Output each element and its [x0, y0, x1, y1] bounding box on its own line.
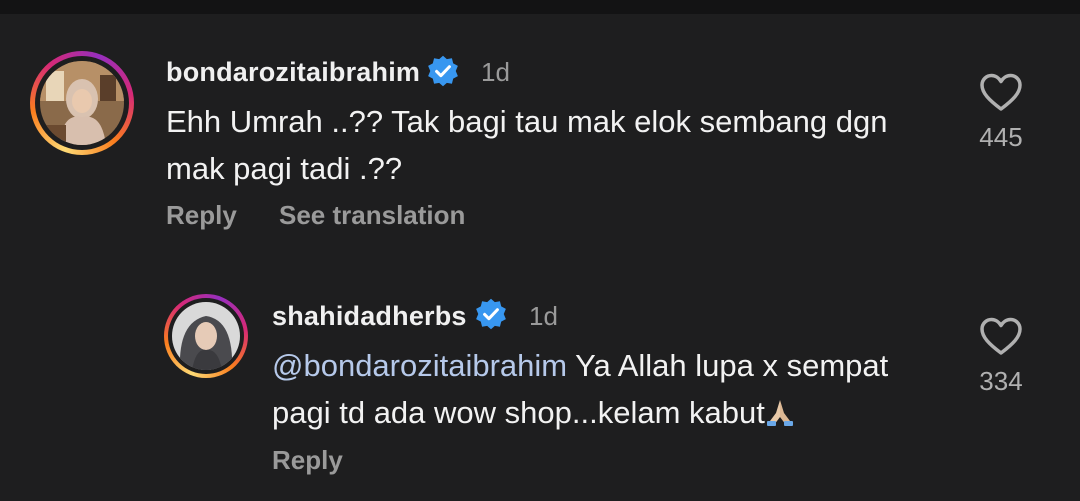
heart-icon[interactable]: [979, 72, 1023, 112]
comment-text: Ehh Umrah ..?? Tak bagi tau mak elok sem…: [166, 98, 956, 192]
comment-text-line: @bondarozitaibrahim Ya Allah lupa x semp…: [272, 342, 962, 389]
mention-link[interactable]: @bondarozitaibrahim: [272, 348, 567, 383]
comment-text-segment: pagi td ada wow shop...kelam kabut: [272, 395, 765, 430]
avatar[interactable]: [30, 51, 134, 155]
comment-text-segment: Ya Allah lupa x sempat: [567, 348, 889, 383]
reply-button[interactable]: Reply: [272, 445, 343, 476]
top-divider: [0, 0, 1080, 14]
verified-badge-icon: [428, 55, 458, 87]
verified-badge-icon: [476, 298, 506, 330]
username[interactable]: shahidadherbs: [272, 301, 467, 332]
like-count: 334: [979, 366, 1023, 396]
reply-button[interactable]: Reply: [166, 200, 237, 231]
see-translation-button[interactable]: See translation: [279, 200, 465, 231]
comment-text-line: Ehh Umrah ..?? Tak bagi tau mak elok sem…: [166, 104, 888, 139]
comment-text-line: pagi td ada wow shop...kelam kabut: [272, 389, 962, 436]
like-count: 445: [979, 122, 1023, 152]
heart-icon[interactable]: [979, 316, 1023, 356]
avatar[interactable]: [164, 294, 248, 378]
timestamp: 1d: [481, 57, 510, 87]
username[interactable]: bondarozitaibrahim: [166, 57, 420, 88]
timestamp: 1d: [529, 301, 558, 331]
folded-hands-emoji: [766, 400, 793, 426]
comment-text: @bondarozitaibrahim Ya Allah lupa x semp…: [272, 342, 962, 436]
comment-text-line: mak pagi tadi .??: [166, 151, 403, 186]
